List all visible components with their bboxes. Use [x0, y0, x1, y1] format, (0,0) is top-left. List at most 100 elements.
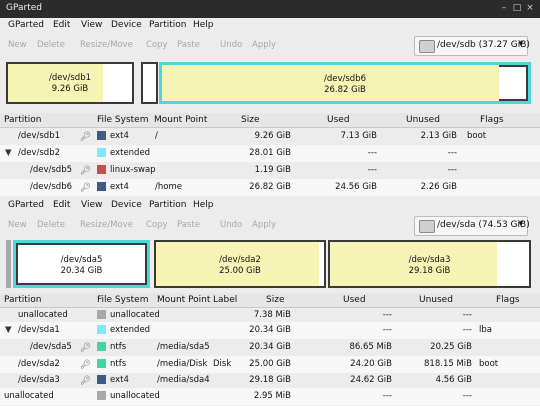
col-used[interactable]: Used [327, 115, 350, 125]
row-filesystem: ntfs [110, 342, 127, 352]
map-partition-size: 9.26 GiB [51, 84, 89, 94]
row-mountpoint: / [155, 131, 158, 141]
title-bar: GParted – □ × [0, 0, 540, 18]
map-partition-sdb1[interactable]: /dev/sdb1 9.26 GiB [6, 62, 134, 104]
map-partition-sda5[interactable]: /dev/sda5 20.34 GiB [13, 240, 150, 288]
map-partition-size: 26.82 GiB [324, 85, 366, 95]
map-partition-size: 25.00 GiB [219, 266, 261, 276]
col-partition[interactable]: Partition [4, 115, 42, 125]
expander-icon[interactable]: ▼ [5, 325, 12, 335]
col-used[interactable]: Used [343, 295, 366, 305]
row-mountpoint: /media/sda4 [157, 375, 210, 385]
row-partition: /dev/sda1 [18, 325, 60, 335]
table-row[interactable]: /dev/sda3 🔑︎ ext4 /media/sda4 29.18 GiB … [0, 372, 540, 389]
menu-gparted[interactable]: GParted [8, 20, 44, 30]
map-partition-size: 29.18 GiB [408, 266, 451, 276]
row-filesystem: ntfs [110, 359, 127, 369]
resize-move-button[interactable]: Resize/Move [80, 220, 133, 230]
map-partition-name: /dev/sdb6 [323, 74, 366, 84]
map-partition-sda2[interactable]: /dev/sda2 25.00 GiB [154, 240, 326, 288]
table-row[interactable]: /dev/sdb1 🔑︎ ext4 / 9.26 GiB 7.13 GiB 2.… [0, 128, 540, 145]
fs-color-swatch [97, 131, 106, 140]
resize-move-button[interactable]: Resize/Move [80, 40, 133, 50]
device-selector[interactable]: /dev/sdb (37.27 GiB) ▾ [414, 36, 530, 56]
minimize-icon[interactable]: – [499, 3, 509, 13]
fs-color-swatch [97, 182, 106, 191]
col-unused[interactable]: Unused [419, 295, 453, 305]
col-filesystem[interactable]: File System [97, 295, 148, 305]
row-size: 20.34 GiB [249, 325, 291, 335]
col-partition[interactable]: Partition [4, 295, 42, 305]
fs-color-swatch [97, 165, 106, 174]
menu-view[interactable]: View [81, 200, 102, 210]
row-unused: 4.56 GiB [435, 375, 472, 385]
menu-edit[interactable]: Edit [53, 200, 70, 210]
col-filesystem[interactable]: File System [97, 115, 148, 125]
menu-gparted[interactable]: GParted [8, 200, 44, 210]
map-partition-sda3[interactable]: /dev/sda3 29.18 GiB [328, 240, 531, 288]
copy-button[interactable]: Copy [146, 220, 168, 230]
col-mountpoint[interactable]: Mount Point [154, 115, 207, 125]
delete-button[interactable]: Delete [37, 40, 65, 50]
col-label[interactable]: Label [213, 295, 237, 305]
table-row[interactable]: /dev/sda2 🔑︎ ntfs /media/Disk Disk 25.00… [0, 356, 540, 373]
menu-partition[interactable]: Partition [149, 20, 187, 30]
table-row[interactable]: ▼ /dev/sdb2 extended 28.01 GiB --- --- [0, 145, 540, 162]
maximize-icon[interactable]: □ [512, 3, 522, 13]
table-row[interactable]: unallocated unallocated 2.95 MiB --- --- [0, 388, 540, 405]
table-row[interactable]: ▼ /dev/sda1 extended 20.34 GiB --- --- l… [0, 322, 540, 339]
menu-help[interactable]: Help [193, 200, 214, 210]
new-button[interactable]: New [8, 220, 27, 230]
toolbar: New Delete Resize/Move Copy Paste Undo A… [0, 34, 540, 56]
table-row[interactable]: /dev/sdb5 🔑︎ linux-swap 1.19 GiB --- --- [0, 162, 540, 179]
paste-button[interactable]: Paste [177, 40, 200, 50]
row-filesystem: ext4 [110, 182, 129, 192]
delete-button[interactable]: Delete [37, 220, 65, 230]
fs-color-swatch [97, 359, 106, 368]
apply-button[interactable]: Apply [252, 220, 276, 230]
row-partition: /dev/sdb2 [18, 148, 61, 158]
row-used: --- [367, 148, 377, 158]
map-partition-sdb5[interactable] [141, 62, 158, 104]
toolbar: New Delete Resize/Move Copy Paste Undo A… [0, 214, 540, 236]
undo-button[interactable]: Undo [220, 40, 242, 50]
row-used: 24.56 GiB [335, 182, 377, 192]
paste-button[interactable]: Paste [177, 220, 200, 230]
apply-button[interactable]: Apply [252, 40, 276, 50]
row-used: 86.65 MiB [349, 342, 392, 352]
col-size[interactable]: Size [266, 295, 284, 305]
row-flags: boot [479, 359, 499, 369]
row-size: 1.19 GiB [254, 165, 291, 175]
expander-icon[interactable]: ▼ [5, 148, 12, 158]
row-unused: --- [462, 325, 472, 335]
row-size: 25.00 GiB [249, 359, 291, 369]
table-row[interactable]: /dev/sda5 🔑︎ ntfs /media/sda5 20.34 GiB … [0, 339, 540, 356]
row-size: 9.26 GiB [254, 131, 291, 141]
map-partition-sdb6[interactable]: /dev/sdb6 26.82 GiB [159, 62, 531, 104]
fs-color-swatch [97, 391, 106, 400]
menu-partition[interactable]: Partition [149, 200, 187, 210]
col-unused[interactable]: Unused [406, 115, 440, 125]
map-partition-name: /dev/sda3 [408, 255, 451, 265]
row-unused: --- [447, 148, 457, 158]
menu-view[interactable]: View [81, 20, 102, 30]
close-icon[interactable]: × [525, 3, 535, 13]
col-flags[interactable]: Flags [496, 295, 520, 305]
new-button[interactable]: New [8, 40, 27, 50]
col-size[interactable]: Size [241, 115, 259, 125]
map-unallocated[interactable] [6, 240, 11, 288]
col-mountpoint[interactable]: Mount Point [157, 295, 210, 305]
menu-device[interactable]: Device [111, 20, 142, 30]
col-flags[interactable]: Flags [480, 115, 504, 125]
menu-device[interactable]: Device [111, 200, 142, 210]
table-row[interactable]: /dev/sdb6 🔑︎ ext4 /home 26.82 GiB 24.56 … [0, 179, 540, 196]
row-unused: --- [462, 391, 472, 401]
row-flags: lba [479, 325, 492, 335]
menu-help[interactable]: Help [193, 20, 214, 30]
undo-button[interactable]: Undo [220, 220, 242, 230]
copy-button[interactable]: Copy [146, 40, 168, 50]
menu-edit[interactable]: Edit [53, 20, 70, 30]
row-filesystem: extended [110, 148, 151, 158]
device-selector[interactable]: /dev/sda (74.53 GiB) ▾ [414, 216, 530, 236]
row-filesystem: ext4 [110, 375, 129, 385]
